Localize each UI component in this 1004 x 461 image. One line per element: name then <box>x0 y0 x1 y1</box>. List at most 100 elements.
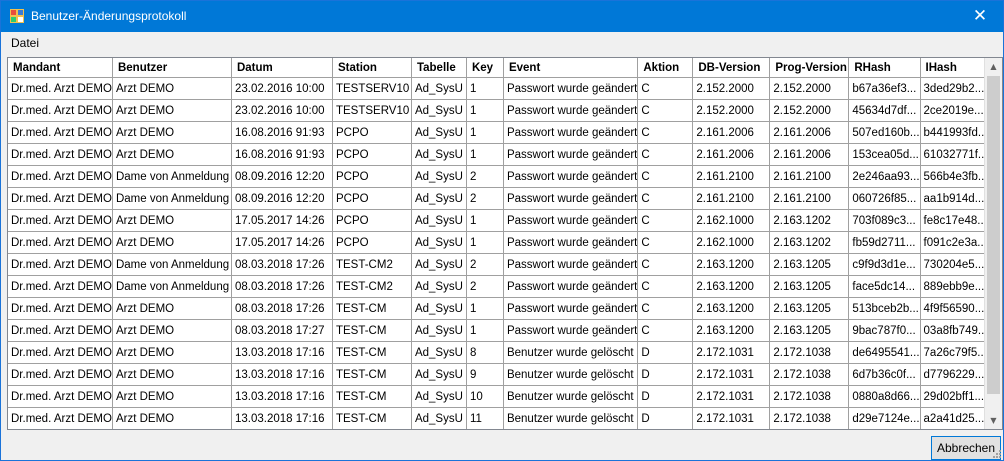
table-cell[interactable]: Dr.med. Arzt DEMO <box>8 363 113 386</box>
table-cell[interactable]: Dr.med. Arzt DEMO <box>8 121 113 144</box>
table-cell[interactable]: Ad_SysU <box>411 231 467 254</box>
table-cell[interactable]: 2 <box>466 275 504 298</box>
table-cell[interactable]: 0880a8d66... <box>848 385 921 408</box>
table-cell[interactable]: 566b4e3fb... <box>920 165 989 188</box>
table-cell[interactable]: Dr.med. Arzt DEMO <box>8 253 113 276</box>
table-cell[interactable]: Ad_SysU <box>411 297 467 320</box>
close-button[interactable]: ✕ <box>957 1 1003 32</box>
table-cell[interactable]: 08.03.2018 17:26 <box>231 253 333 276</box>
table-cell[interactable]: TEST-CM <box>332 407 412 429</box>
table-cell[interactable]: TEST-CM <box>332 319 412 342</box>
table-cell[interactable]: 2.152.2000 <box>769 77 850 100</box>
table-cell[interactable]: TEST-CM <box>332 297 412 320</box>
table-cell[interactable]: 4f9f56590... <box>920 297 989 320</box>
table-cell[interactable]: aa1b914d... <box>920 187 989 210</box>
table-cell[interactable]: Passwort wurde geändert <box>503 121 639 144</box>
table-row[interactable]: Dr.med. Arzt DEMO Dame von Anmeldung 08.03… <box>8 253 996 276</box>
table-cell[interactable]: 730204e5... <box>920 253 989 276</box>
column-header[interactable]: IHash <box>920 58 989 78</box>
table-cell[interactable]: 3ded29b2... <box>920 77 989 100</box>
table-cell[interactable]: Dr.med. Arzt DEMO <box>8 143 113 166</box>
table-cell[interactable]: TEST-CM2 <box>332 253 412 276</box>
table-cell[interactable]: TEST-CM <box>332 341 412 364</box>
table-cell[interactable]: 7a26c79f5... <box>920 341 989 364</box>
table-cell[interactable]: Dr.med. Arzt DEMO <box>8 209 113 232</box>
table-cell[interactable]: PCPO <box>332 143 412 166</box>
table-row[interactable]: Dr.med. Arzt DEMO Arzt DEMO 17.05.2017 14:… <box>8 231 996 254</box>
table-cell[interactable]: 2.152.2000 <box>769 99 850 122</box>
table-row[interactable]: Dr.med. Arzt DEMO Dame von Anmeldung 08.03… <box>8 275 996 298</box>
table-cell[interactable]: TEST-CM <box>332 385 412 408</box>
table-cell[interactable]: 2.172.1038 <box>769 407 850 429</box>
scroll-up-arrow-icon[interactable]: ▲ <box>985 58 1002 75</box>
table-row[interactable]: Dr.med. Arzt DEMO Arzt DEMO 08.03.2018 17:… <box>8 297 996 320</box>
table-cell[interactable]: 29d02bff1... <box>920 385 989 408</box>
table-cell[interactable]: Passwort wurde geändert <box>503 209 639 232</box>
table-cell[interactable]: 2.152.2000 <box>692 99 771 122</box>
table-cell[interactable]: 6d7b36c0f... <box>848 363 921 386</box>
table-cell[interactable]: Passwort wurde geändert <box>503 319 639 342</box>
table-cell[interactable]: 060726f85... <box>848 187 921 210</box>
table-cell[interactable]: Dr.med. Arzt DEMO <box>8 77 113 100</box>
table-cell[interactable]: 2.152.2000 <box>692 77 771 100</box>
table-row[interactable]: Dr.med. Arzt DEMO Arzt DEMO 13.03.2018 17:… <box>8 341 996 364</box>
table-cell[interactable]: 1 <box>466 231 504 254</box>
table-cell[interactable]: PCPO <box>332 231 412 254</box>
table-cell[interactable]: 17.05.2017 14:26 <box>231 231 333 254</box>
table-cell[interactable]: Passwort wurde geändert <box>503 297 639 320</box>
column-header[interactable]: Key <box>466 58 504 78</box>
table-cell[interactable]: 08.03.2018 17:26 <box>231 275 333 298</box>
table-cell[interactable]: 1 <box>466 77 504 100</box>
table-cell[interactable]: C <box>637 121 694 144</box>
table-cell[interactable]: 1 <box>466 319 504 342</box>
table-cell[interactable]: C <box>637 231 694 254</box>
table-cell[interactable]: de6495541... <box>848 341 921 364</box>
table-cell[interactable]: D <box>637 385 694 408</box>
table-cell[interactable]: Ad_SysU <box>411 253 467 276</box>
table-cell[interactable]: 153cea05d... <box>848 143 921 166</box>
table-cell[interactable]: Arzt DEMO <box>112 121 232 144</box>
table-cell[interactable]: 2.161.2100 <box>692 165 771 188</box>
table-cell[interactable]: f091c2e3a... <box>920 231 989 254</box>
column-header[interactable]: Benutzer <box>112 58 232 78</box>
column-header[interactable]: Datum <box>231 58 333 78</box>
table-cell[interactable]: Arzt DEMO <box>112 297 232 320</box>
table-cell[interactable]: Dr.med. Arzt DEMO <box>8 385 113 408</box>
table-cell[interactable]: 2.163.1200 <box>692 297 771 320</box>
table-cell[interactable]: Benutzer wurde gelöscht <box>503 407 639 429</box>
table-cell[interactable]: 08.09.2016 12:20 <box>231 165 333 188</box>
table-cell[interactable]: 1 <box>466 143 504 166</box>
table-cell[interactable]: C <box>637 297 694 320</box>
resize-grip-icon[interactable] <box>991 448 1001 458</box>
table-row[interactable]: Dr.med. Arzt DEMO Dame von Anmeldung 08.09… <box>8 187 996 210</box>
table-cell[interactable]: C <box>637 275 694 298</box>
table-cell[interactable]: Dr.med. Arzt DEMO <box>8 407 113 429</box>
table-cell[interactable]: Benutzer wurde gelöscht <box>503 385 639 408</box>
table-cell[interactable]: 2.172.1031 <box>692 341 771 364</box>
table-row[interactable]: Dr.med. Arzt DEMO Arzt DEMO 08.03.2018 17:… <box>8 319 996 342</box>
table-row[interactable]: Dr.med. Arzt DEMO Arzt DEMO 13.03.2018 17:… <box>8 385 996 408</box>
table-cell[interactable]: TEST-CM2 <box>332 275 412 298</box>
table-cell[interactable]: Passwort wurde geändert <box>503 231 639 254</box>
table-cell[interactable]: 9bac787f0... <box>848 319 921 342</box>
table-cell[interactable]: 1 <box>466 209 504 232</box>
table-cell[interactable]: d29e7124e... <box>848 407 921 429</box>
table-cell[interactable]: Dr.med. Arzt DEMO <box>8 99 113 122</box>
table-cell[interactable]: Ad_SysU <box>411 187 467 210</box>
table-cell[interactable]: 2.172.1038 <box>769 363 850 386</box>
table-cell[interactable]: Arzt DEMO <box>112 209 232 232</box>
table-cell[interactable]: C <box>637 143 694 166</box>
table-cell[interactable]: PCPO <box>332 209 412 232</box>
table-cell[interactable]: TESTSERV10 <box>332 99 412 122</box>
table-cell[interactable]: fe8c17e48... <box>920 209 989 232</box>
table-cell[interactable]: C <box>637 253 694 276</box>
table-cell[interactable]: 507ed160b... <box>848 121 921 144</box>
table-cell[interactable]: Dame von Anmeldung <box>112 253 232 276</box>
table-cell[interactable]: 16.08.2016 91:93 <box>231 121 333 144</box>
table-cell[interactable]: PCPO <box>332 165 412 188</box>
table-cell[interactable]: C <box>637 319 694 342</box>
table-cell[interactable]: 2.161.2006 <box>692 143 771 166</box>
table-cell[interactable]: C <box>637 187 694 210</box>
table-cell[interactable]: C <box>637 99 694 122</box>
table-cell[interactable]: 2.163.1205 <box>769 319 850 342</box>
